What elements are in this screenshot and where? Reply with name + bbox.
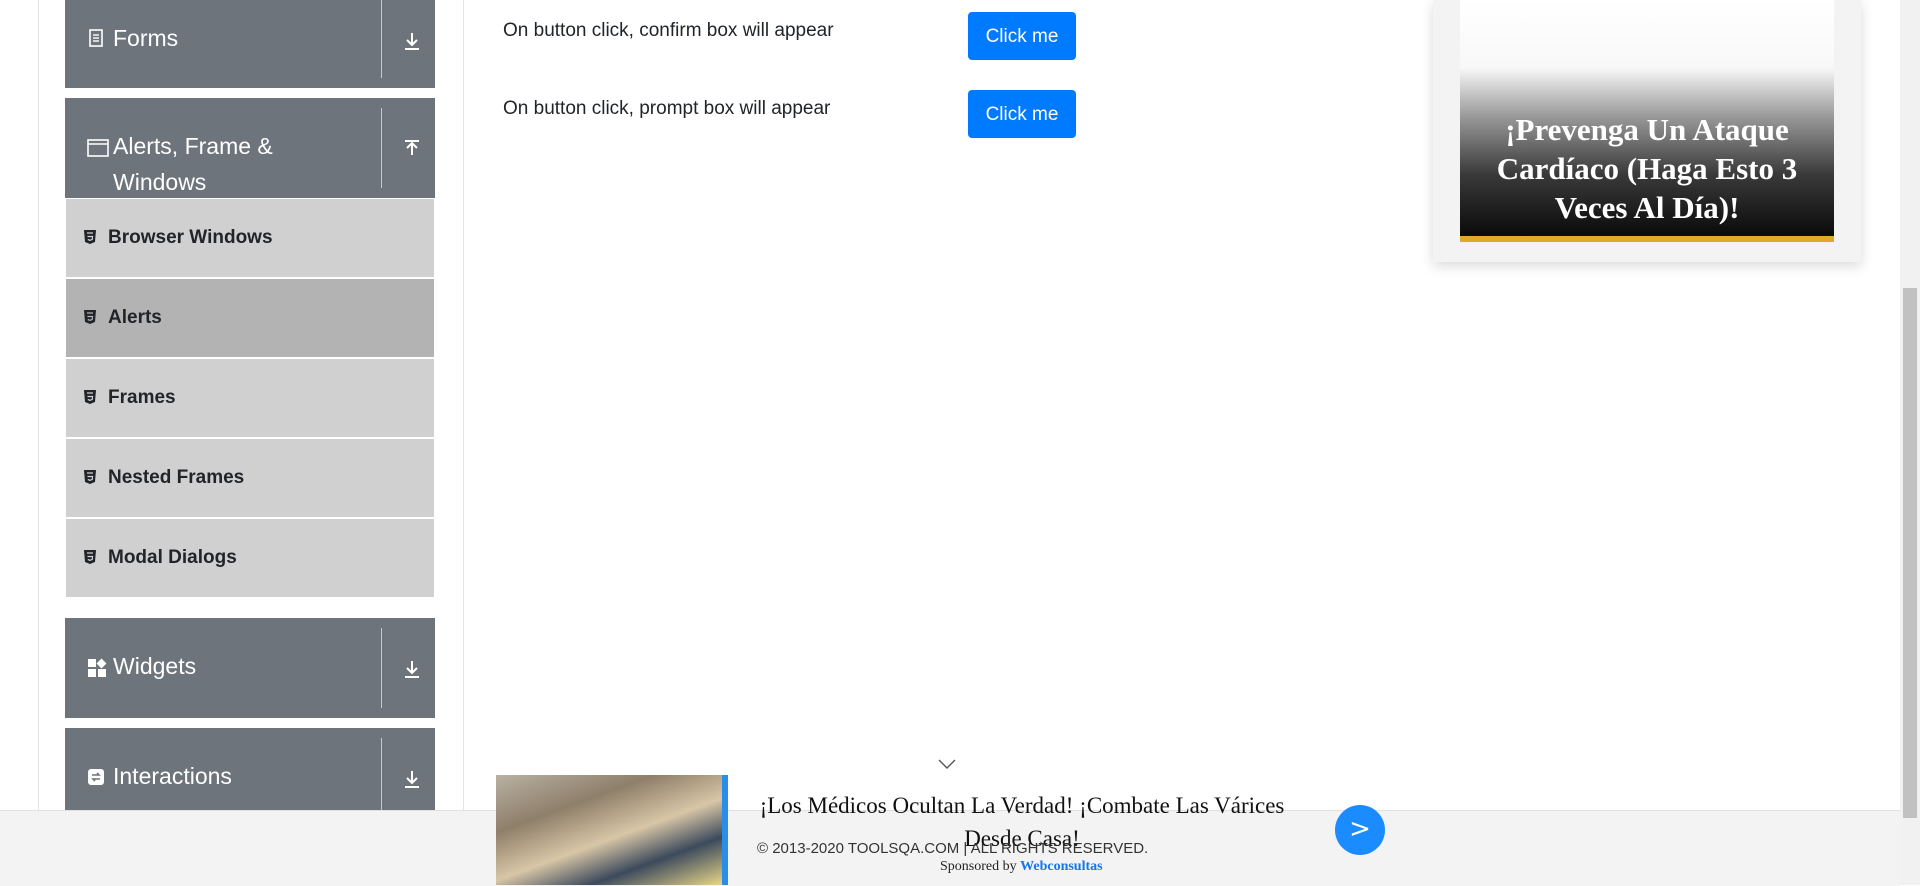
group-header-interactions[interactable]: Interactions bbox=[65, 728, 435, 810]
download-arrow-icon[interactable] bbox=[401, 658, 423, 680]
menu-item-frames[interactable]: Frames bbox=[66, 359, 434, 439]
upload-arrow-icon[interactable] bbox=[401, 138, 423, 160]
copyright-text: © 2013-2020 TOOLSQA.COM | ALL RIGHTS RES… bbox=[757, 840, 1149, 857]
sponsored-prefix: Sponsored by bbox=[940, 859, 1017, 874]
group-header-alerts-frame-windows[interactable]: Alerts, Frame & Windows bbox=[65, 98, 435, 198]
download-arrow-icon[interactable] bbox=[401, 768, 423, 790]
group-separator bbox=[381, 628, 382, 708]
group-header-widgets[interactable]: Widgets bbox=[65, 618, 435, 718]
group-title-widgets: Widgets bbox=[113, 653, 197, 679]
ad-headline[interactable]: ¡Prevenga Un Ataque Cardíaco (Haga Esto … bbox=[1473, 110, 1821, 227]
ad-go-button[interactable]: > bbox=[1335, 805, 1385, 855]
html5-icon bbox=[83, 469, 97, 485]
menu-item-label: Frames bbox=[108, 387, 176, 408]
group-separator bbox=[381, 738, 382, 810]
html5-icon bbox=[83, 309, 97, 325]
group-title-forms: Forms bbox=[113, 25, 179, 51]
html5-icon bbox=[83, 549, 97, 565]
vertical-scrollbar[interactable] bbox=[1900, 0, 1920, 885]
confirm-click-button[interactable]: Click me bbox=[968, 12, 1076, 60]
group-separator bbox=[381, 0, 382, 78]
menu-item-label: Nested Frames bbox=[108, 467, 245, 488]
sponsor-link[interactable]: Webconsultas bbox=[1020, 859, 1102, 874]
menu-item-label: Alerts bbox=[108, 307, 162, 328]
confirm-description: On button click, confirm box will appear bbox=[503, 20, 834, 41]
group-header-forms[interactable]: Forms bbox=[65, 0, 435, 88]
download-arrow-icon[interactable] bbox=[401, 30, 423, 52]
page-frame-left bbox=[38, 0, 39, 810]
ad-image bbox=[496, 775, 722, 885]
ad-banner-right[interactable]: ¡Prevenga Un Ataque Cardíaco (Haga Esto … bbox=[1433, 0, 1861, 262]
menu-item-modal-dialogs[interactable]: Modal Dialogs bbox=[66, 519, 434, 599]
chevron-down-icon[interactable] bbox=[938, 757, 956, 769]
window-icon bbox=[87, 138, 109, 158]
html5-icon bbox=[83, 389, 97, 405]
widgets-icon bbox=[87, 658, 107, 678]
group-title-alerts-frame-windows: Alerts, Frame & Windows bbox=[113, 133, 273, 195]
prompt-description: On button click, prompt box will appear bbox=[503, 98, 831, 119]
menu-item-label: Browser Windows bbox=[108, 227, 273, 248]
scrollbar-thumb[interactable] bbox=[1903, 288, 1917, 818]
menu-item-browser-windows[interactable]: Browser Windows bbox=[66, 199, 434, 279]
interactions-icon bbox=[87, 768, 107, 788]
menu-item-nested-frames[interactable]: Nested Frames bbox=[66, 439, 434, 519]
ad-accent-bar bbox=[1460, 236, 1834, 242]
ad-accent-bar bbox=[722, 775, 728, 885]
menu-item-alerts[interactable]: Alerts bbox=[66, 279, 434, 359]
group-title-interactions: Interactions bbox=[113, 763, 232, 789]
sidebar-divider bbox=[463, 0, 464, 810]
document-icon bbox=[87, 28, 107, 48]
menu-item-label: Modal Dialogs bbox=[108, 547, 237, 568]
sponsored-by: Sponsored by Webconsultas bbox=[940, 859, 1103, 875]
prompt-click-button[interactable]: Click me bbox=[968, 90, 1076, 138]
group-separator bbox=[381, 108, 382, 188]
html5-icon bbox=[83, 229, 97, 245]
